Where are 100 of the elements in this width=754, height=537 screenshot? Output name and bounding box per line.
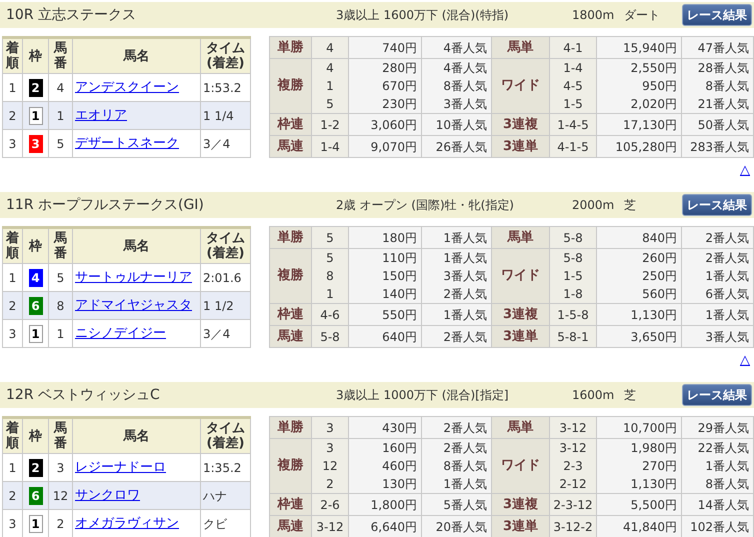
payout-amount: 110円 <box>382 251 417 265</box>
finish-position: 1 <box>8 270 16 284</box>
bet-type-label: 馬単 <box>508 230 534 245</box>
finish-time: 2:01.6 <box>203 270 242 284</box>
popularity-text: 4番人気 <box>443 40 487 54</box>
combination-text: 1-4 <box>320 140 340 154</box>
combination-text: 2-12 <box>559 477 587 491</box>
bet-type-label: 馬連 <box>278 328 304 344</box>
bet-type-label: 馬単 <box>508 420 534 435</box>
payout-amount: 1,800円 <box>370 498 417 512</box>
race-surface: ダート <box>624 7 660 24</box>
horse-number: 2 <box>56 516 64 530</box>
combination-text: 2 <box>326 477 334 491</box>
combination-text: 8 <box>326 269 334 283</box>
bet-type-label: 単勝 <box>278 230 304 245</box>
column-header: 着順 <box>6 41 19 71</box>
popularity-text: 3番人気 <box>443 269 487 283</box>
bet-type-label: 枠連 <box>278 496 304 512</box>
combination-text: 4 <box>326 40 334 54</box>
popularity-text: 29番人気 <box>698 420 749 434</box>
race-result-button[interactable]: レース結果 <box>682 384 752 406</box>
column-header: 枠 <box>29 48 42 64</box>
payout-amount: 460円 <box>382 459 417 473</box>
race-result-button[interactable]: レース結果 <box>682 4 752 26</box>
combination-text: 1 <box>326 79 334 93</box>
bet-type-label: 枠連 <box>278 306 304 322</box>
popularity-text: 1番人気 <box>443 308 487 322</box>
popularity-text: 2番人気 <box>705 230 749 244</box>
bet-type-label: 単勝 <box>278 40 304 55</box>
column-header: 枠 <box>29 428 42 444</box>
finish-time: 1 1/4 <box>203 108 234 122</box>
popularity-text: 3番人気 <box>705 330 749 344</box>
payout-amount: 15,940円 <box>623 40 677 54</box>
combination-text: 1-5 <box>563 269 583 283</box>
combination-text: 1-8 <box>563 287 583 301</box>
frame-number-badge: 6 <box>28 296 42 314</box>
bet-type-label: 3連複 <box>502 496 538 512</box>
bet-type-label: 馬連 <box>278 138 304 154</box>
finish-position: 2 <box>8 488 16 502</box>
payout-amount: 950円 <box>642 79 677 93</box>
finish-time: ハナ <box>203 488 227 502</box>
payout-amount: 250円 <box>642 269 677 283</box>
bet-type-label: 3連単 <box>502 518 538 534</box>
combination-text: 1-5-8 <box>557 308 589 322</box>
popularity-text: 283番人気 <box>690 140 749 154</box>
combination-text: 3-12 <box>559 420 587 434</box>
back-to-top-link[interactable]: △ <box>740 354 750 368</box>
horse-number: 5 <box>56 136 64 150</box>
finish-time: 1:53.2 <box>203 80 242 94</box>
popularity-text: 50番人気 <box>698 118 749 132</box>
column-header: 馬名 <box>124 238 150 254</box>
bet-type-label: 複勝 <box>278 458 304 474</box>
popularity-text: 1番人気 <box>443 477 487 491</box>
combination-text: 5 <box>326 230 334 244</box>
combination-text: 2-3-12 <box>553 498 593 512</box>
combination-text: 2-3 <box>563 459 583 473</box>
frame-number-badge: 6 <box>28 486 42 504</box>
bet-type-label: ワイド <box>501 78 540 94</box>
frame-number-badge: 2 <box>28 78 42 96</box>
back-to-top-link[interactable]: △ <box>740 164 750 178</box>
column-header: タイム(着差) <box>206 41 245 71</box>
combination-text: 3-12 <box>316 520 344 534</box>
popularity-text: 4番人気 <box>443 61 487 75</box>
race-result-button[interactable]: レース結果 <box>682 194 752 216</box>
race-surface: 芝 <box>624 387 636 404</box>
payout-amount: 740円 <box>382 40 417 54</box>
bet-type-label: ワイド <box>501 458 540 474</box>
combination-text: 1-4-5 <box>557 118 589 132</box>
frame-number-badge: 1 <box>28 514 42 532</box>
payout-amount: 3,060円 <box>370 118 417 132</box>
payout-amount: 130円 <box>382 477 417 491</box>
combination-text: 1-5 <box>563 97 583 111</box>
horse-number: 3 <box>56 460 64 474</box>
payout-amount: 17,130円 <box>623 118 677 132</box>
popularity-text: 8番人気 <box>443 459 487 473</box>
column-header: 着順 <box>6 231 19 261</box>
popularity-text: 14番人気 <box>698 498 749 512</box>
popularity-text: 20番人気 <box>436 520 487 534</box>
popularity-text: 5番人気 <box>443 498 487 512</box>
finish-position: 3 <box>8 136 16 150</box>
combination-text: 12 <box>322 459 338 473</box>
race-title: 12R ベストウィッシュC <box>6 386 161 404</box>
combination-text: 3-12 <box>559 441 587 455</box>
popularity-text: 1番人気 <box>705 269 749 283</box>
payout-amount: 105,280円 <box>615 140 677 154</box>
combination-text: 2-6 <box>320 498 340 512</box>
popularity-text: 2番人気 <box>443 420 487 434</box>
race-title: 10R 立志ステークス <box>6 6 137 24</box>
popularity-text: 1番人気 <box>443 230 487 244</box>
combination-text: 1 <box>326 287 334 301</box>
payout-amount: 2,550円 <box>630 61 677 75</box>
finish-time: 3／4 <box>203 136 230 150</box>
bet-type-label: 単勝 <box>278 420 304 435</box>
horse-number: 12 <box>52 488 68 502</box>
race-conditions: 3歳以上 1600万下 (混合)(特指) <box>336 7 510 24</box>
column-header: タイム(着差) <box>206 421 245 451</box>
popularity-text: 102番人気 <box>690 520 749 534</box>
popularity-text: 2番人気 <box>443 287 487 301</box>
combination-text: 4-5 <box>563 79 583 93</box>
combination-text: 5 <box>326 97 334 111</box>
